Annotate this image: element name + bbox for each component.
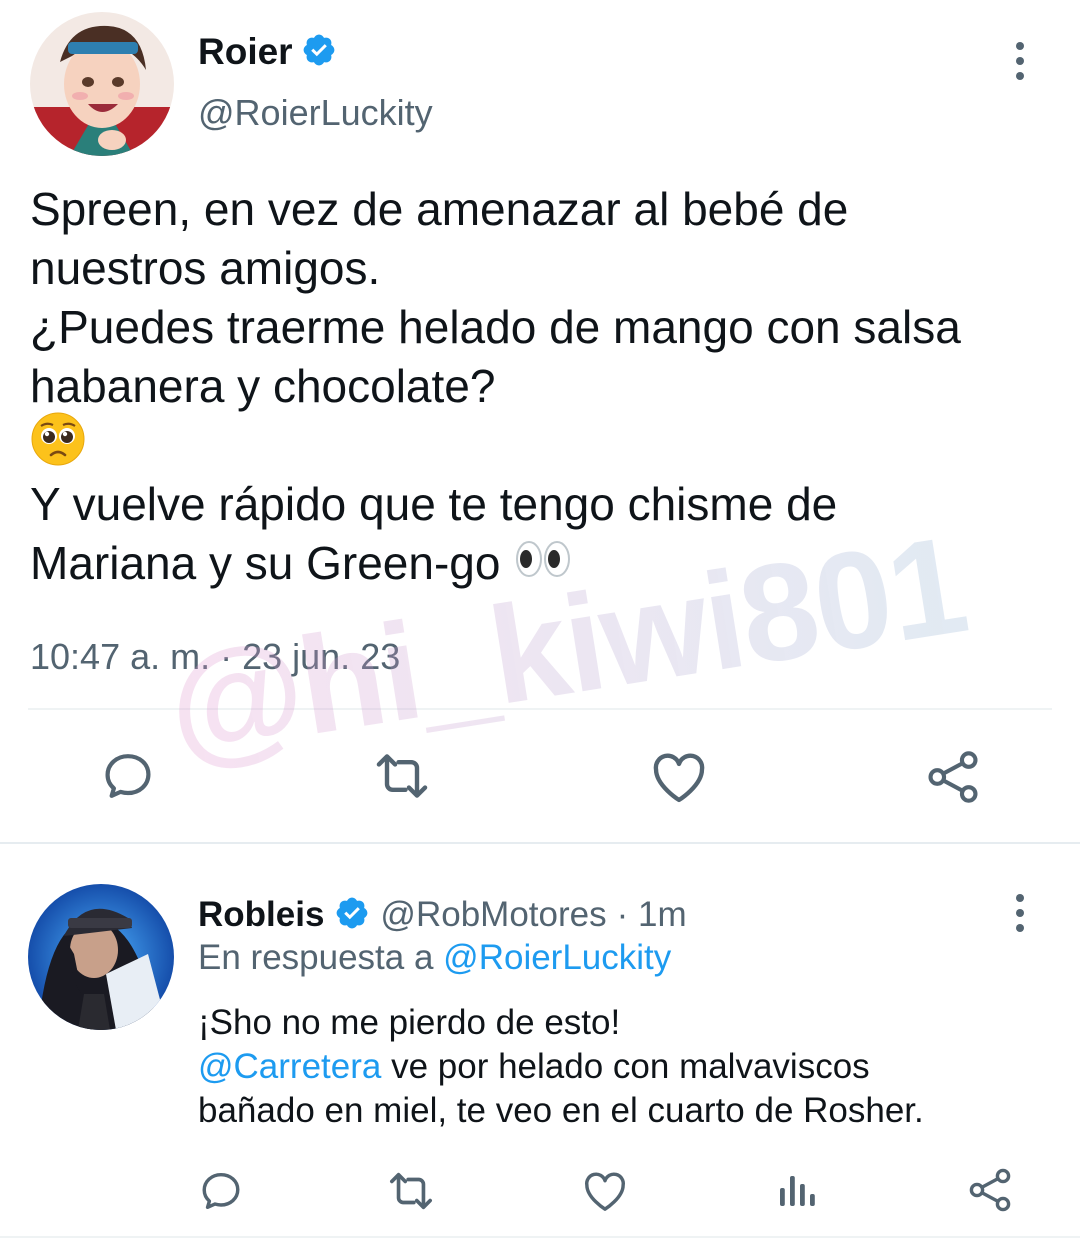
tweet-text: Spreen, en vez de amenazar al bebé de nu… (30, 180, 1060, 593)
divider (0, 1236, 1080, 1238)
more-options-icon[interactable] (1016, 894, 1024, 932)
divider (0, 842, 1080, 844)
share-button[interactable] (924, 748, 982, 806)
verified-badge-icon (301, 32, 337, 73)
reply-author-handle[interactable]: @RobMotores (380, 895, 606, 935)
like-button[interactable] (650, 750, 708, 804)
tweet-timestamp[interactable]: 10:47 a. m. · 23 jun. 23 (30, 636, 400, 678)
reply-to-mention[interactable]: @RoierLuckity (443, 938, 671, 977)
reply-button[interactable] (100, 748, 156, 804)
heart-icon (653, 753, 705, 803)
avatar-robleis[interactable] (28, 884, 174, 1030)
views-button[interactable] (776, 1170, 816, 1210)
tweet-text-line: habanera y chocolate? (30, 360, 496, 412)
retweet-button[interactable] (372, 748, 432, 804)
reply-icon (202, 1172, 240, 1210)
more-options-icon[interactable] (1016, 42, 1024, 80)
reply-button[interactable] (198, 1168, 244, 1214)
share-button[interactable] (966, 1166, 1014, 1214)
tweet-text-line: Mariana y su Green-go (30, 537, 501, 589)
like-button[interactable] (582, 1170, 628, 1212)
author-handle[interactable]: @RoierLuckity (198, 92, 433, 134)
reply-text-line: ¡Sho no me pierdo de esto! (198, 1003, 621, 1042)
tweet-text-line: ¿Puedes traerme helado de mango con sals… (30, 301, 961, 353)
share-icon (928, 751, 978, 803)
retweet-icon (390, 1172, 432, 1210)
divider (28, 708, 1052, 710)
author-name[interactable]: Roier (198, 31, 293, 73)
reply-icon (105, 754, 151, 798)
heart-icon (585, 1172, 625, 1211)
retweet-icon (376, 754, 428, 798)
tweet-text-line: nuestros amigos. (30, 242, 381, 294)
reply-text-line: bañado en miel, te veo en el cuarto de R… (198, 1091, 924, 1130)
reply-text: ¡Sho no me pierdo de esto! @Carretera ve… (198, 1001, 1068, 1133)
eyes-emoji (514, 534, 572, 593)
reply-time[interactable]: · 1m (617, 895, 687, 935)
reply-context-label: En respuesta a (198, 938, 434, 977)
share-icon (969, 1168, 1011, 1212)
tweet-text-line: Y vuelve rápido que te tengo chisme de (30, 478, 838, 530)
views-icon (780, 1176, 815, 1206)
mention-link[interactable]: @Carretera (198, 1047, 381, 1086)
reply-author-name[interactable]: Robleis (198, 895, 324, 935)
retweet-button[interactable] (386, 1168, 436, 1214)
avatar-roier[interactable] (30, 12, 174, 156)
tweet-text-line: Spreen, en vez de amenazar al bebé de (30, 183, 849, 235)
pleading-face-emoji (30, 411, 86, 481)
verified-badge-icon (334, 895, 370, 936)
reply-text-line: ve por helado con malvaviscos (381, 1047, 870, 1086)
